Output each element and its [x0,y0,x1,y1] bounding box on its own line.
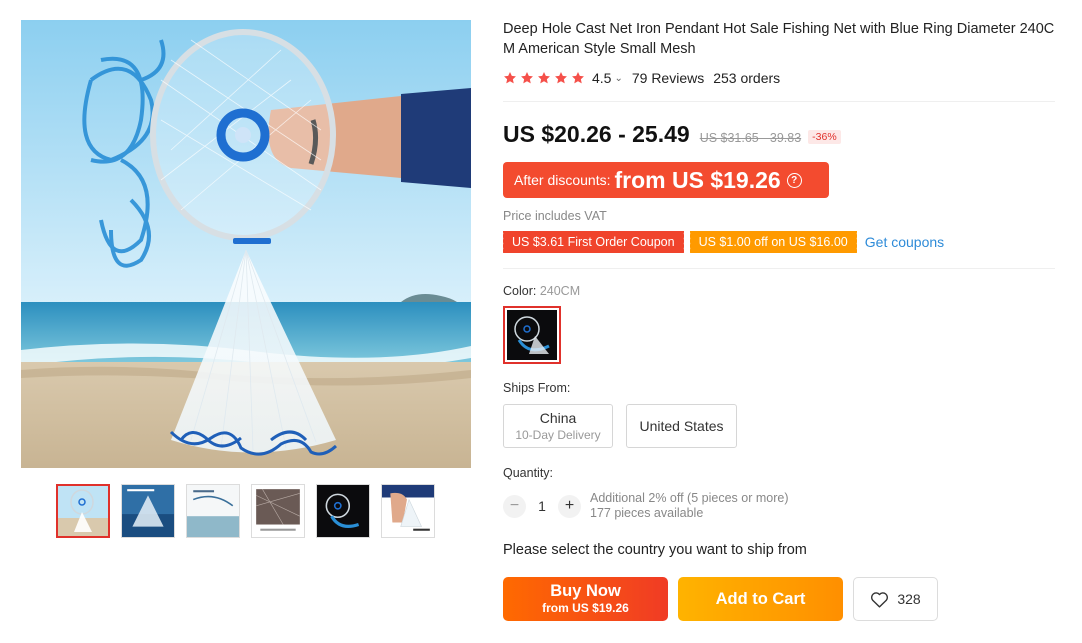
discount-badge: -36% [808,130,841,144]
bulk-discount-note: Additional 2% off (5 pieces or more) [590,491,789,505]
quantity-info: Additional 2% off (5 pieces or more) 177… [590,491,788,521]
wishlist-count: 328 [897,591,921,607]
cast-net-photo [21,20,471,468]
star-icon [571,71,585,85]
color-selected-value: 240CM [539,284,581,298]
ship-option-name: China [539,410,577,426]
color-label-text: Color: [503,284,537,298]
current-price: US $20.26 - 25.49 [503,121,690,147]
rating-value: 4.5 [592,70,612,86]
original-price: US $31.65 - 39.83 [699,131,802,145]
reviews-link[interactable]: 79 Reviews [632,70,704,86]
star-icon [503,71,517,85]
buy-now-label: Buy Now [550,582,621,600]
vat-note: Price includes VAT [503,209,607,223]
ship-option-name: United States [639,418,724,434]
color-swatch-240cm[interactable] [503,306,561,364]
ship-country-note: Please select the country you want to sh… [503,542,807,558]
quantity-increase-button[interactable]: + [558,494,581,518]
ships-from-label: Ships From: [503,381,571,395]
price-row: US $20.26 - 25.49 US $31.65 - 39.83 -36% [503,121,841,148]
color-label: Color: 240CM [503,284,580,298]
first-order-coupon[interactable]: US $3.61 First Order Coupon [501,231,686,253]
swatch-image [507,310,557,360]
help-icon[interactable]: ? [786,172,802,188]
star-icon [537,71,551,85]
thumbnail-1[interactable] [56,484,110,538]
star-rating[interactable] [503,71,585,85]
threshold-coupon[interactable]: US $1.00 off on US $16.00 [687,231,859,253]
add-to-cart-button[interactable]: Add to Cart [678,577,843,621]
quantity-label: Quantity: [503,466,554,480]
thumbnail-5[interactable] [316,484,370,538]
after-discount-price: from US $19.26 [614,166,781,193]
ship-option-delivery: 10-Day Delivery [515,428,601,442]
divider [503,268,1055,269]
after-discount-label: After discounts: [514,172,611,188]
product-title: Deep Hole Cast Net Iron Pendant Hot Sale… [503,21,1055,57]
thumbnail-4[interactable] [251,484,305,538]
heart-icon [871,591,889,608]
after-discount-banner: After discounts: from US $19.26 ? [503,162,829,198]
thumbnail-3[interactable] [186,484,240,538]
rating-row: 4.5 ⌄ 79 Reviews 253 orders [503,69,780,87]
ship-from-china[interactable]: China 10-Day Delivery [503,404,613,448]
quantity-input[interactable]: 1 [526,498,558,514]
buy-now-button[interactable]: Buy Now from US $19.26 [503,577,668,621]
divider [503,101,1055,102]
coupon-row: US $3.61 First Order Coupon US $1.00 off… [501,231,944,253]
pieces-available: 177 pieces available [590,506,704,520]
quantity-stepper: − 1 + Additional 2% off (5 pieces or mor… [503,491,788,521]
get-coupons-link[interactable]: Get coupons [865,234,944,250]
wishlist-button[interactable]: 328 [853,577,938,621]
main-product-image[interactable] [21,20,471,468]
thumbnail-6[interactable] [381,484,435,538]
thumbnail-2[interactable] [121,484,175,538]
star-icon [520,71,534,85]
quantity-decrease-button[interactable]: − [503,494,526,518]
orders-count: 253 orders [713,70,781,86]
star-icon [554,71,568,85]
buy-now-price: from US $19.26 [542,601,629,615]
chevron-down-icon[interactable]: ⌄ [614,73,622,84]
ship-from-united-states[interactable]: United States [626,404,737,448]
